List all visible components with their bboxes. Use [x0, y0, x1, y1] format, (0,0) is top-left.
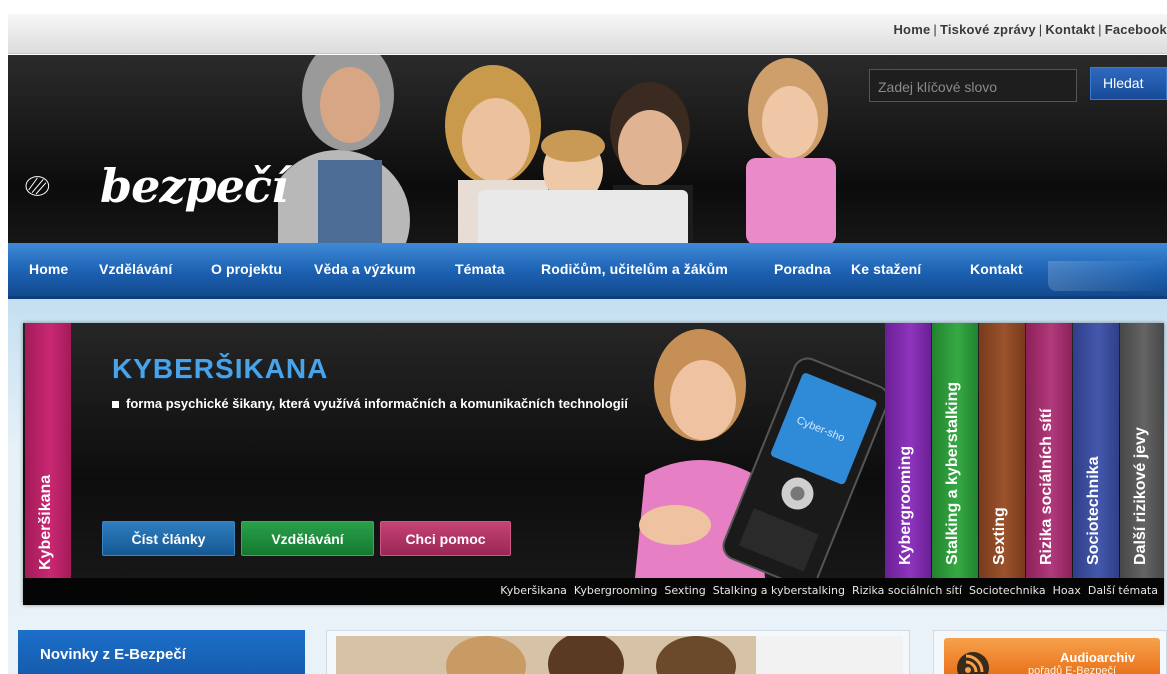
topic-link-sociotech[interactable]: Sociotechnika — [969, 584, 1046, 597]
tab-sexting[interactable]: Sexting — [979, 323, 1025, 578]
tab-social-engineering[interactable]: Sociotechnika — [1073, 323, 1119, 578]
read-articles-button[interactable]: Číst články — [102, 521, 235, 556]
tab-kybergrooming[interactable]: Kybergrooming — [885, 323, 931, 578]
topic-link-grooming[interactable]: Kybergrooming — [574, 584, 657, 597]
top-link-press[interactable]: Tiskové zprávy — [940, 22, 1036, 37]
search-button[interactable]: Hledat — [1090, 67, 1167, 100]
topic-link-stalking[interactable]: Stalking a kyberstalking — [713, 584, 845, 597]
topic-link-more[interactable]: Další témata — [1088, 584, 1158, 597]
panel-title: KYBERŠIKANA — [112, 353, 329, 384]
nav-item-education[interactable]: Vzdělávání — [99, 261, 172, 277]
nav-item-contact[interactable]: Kontakt — [970, 261, 1023, 277]
topic-link-hoax[interactable]: Hoax — [1053, 584, 1081, 597]
top-link-home[interactable]: Home — [893, 22, 930, 37]
tab-other-risks[interactable]: Další rizikové jevy — [1120, 323, 1164, 578]
tab-social-networks[interactable]: Rizika sociálních sítí — [1026, 323, 1072, 578]
nav-item-topics[interactable]: Témata — [455, 261, 505, 277]
girl-with-phone-image: Cyber-sho — [635, 329, 890, 578]
panel-description: forma psychické šikany, která využívá in… — [112, 396, 652, 412]
top-link-facebook[interactable]: Facebook — [1105, 22, 1167, 37]
featured-photo[interactable] — [336, 636, 903, 674]
header-people-illustration — [278, 55, 836, 243]
audio-archive-title: Audioarchiv — [1060, 650, 1136, 665]
nav-item-downloads[interactable]: Ke stažení — [851, 261, 921, 277]
search-input[interactable]: Zadej klíčové slovo — [869, 69, 1077, 102]
nav-item-counseling[interactable]: Poradna — [774, 261, 831, 277]
news-title[interactable]: Novinky z E-Bezpečí — [40, 646, 186, 663]
topic-link-social[interactable]: Rizika sociálních sítí — [852, 584, 962, 597]
audio-archive-subtitle: pořadů E-Bezpečí — [1028, 665, 1117, 674]
top-links: Home | Tiskové zprávy | Kontakt | Facebook — [893, 22, 1167, 37]
nav-item-about[interactable]: O projektu — [211, 261, 282, 277]
main-nav: Home Vzdělávání O projektu Věda a výzkum… — [8, 243, 1167, 299]
nav-item-home[interactable]: Home — [29, 261, 68, 277]
topic-links-bar: Kyberšikana Kybergrooming Sexting Stalking … — [23, 578, 1164, 605]
rss-icon — [957, 652, 989, 674]
top-link-contact[interactable]: Kontakt — [1045, 22, 1095, 37]
nav-item-research[interactable]: Věda a výzkum — [314, 261, 416, 277]
topic-link-sexting[interactable]: Sexting — [664, 584, 705, 597]
get-help-button[interactable]: Chci pomoc — [380, 521, 511, 556]
logo-text[interactable]: bezpečí — [100, 159, 288, 213]
topic-link-cyberbullying[interactable]: Kyberšikana — [500, 584, 567, 597]
tab-cyberbullying[interactable]: Kyberšikana — [25, 323, 71, 578]
education-button[interactable]: Vzdělávání — [241, 521, 374, 556]
nav-item-parents[interactable]: Rodičům, učitelům a žákům — [541, 261, 728, 277]
tab-stalking[interactable]: Stalking a kyberstalking — [932, 323, 978, 578]
